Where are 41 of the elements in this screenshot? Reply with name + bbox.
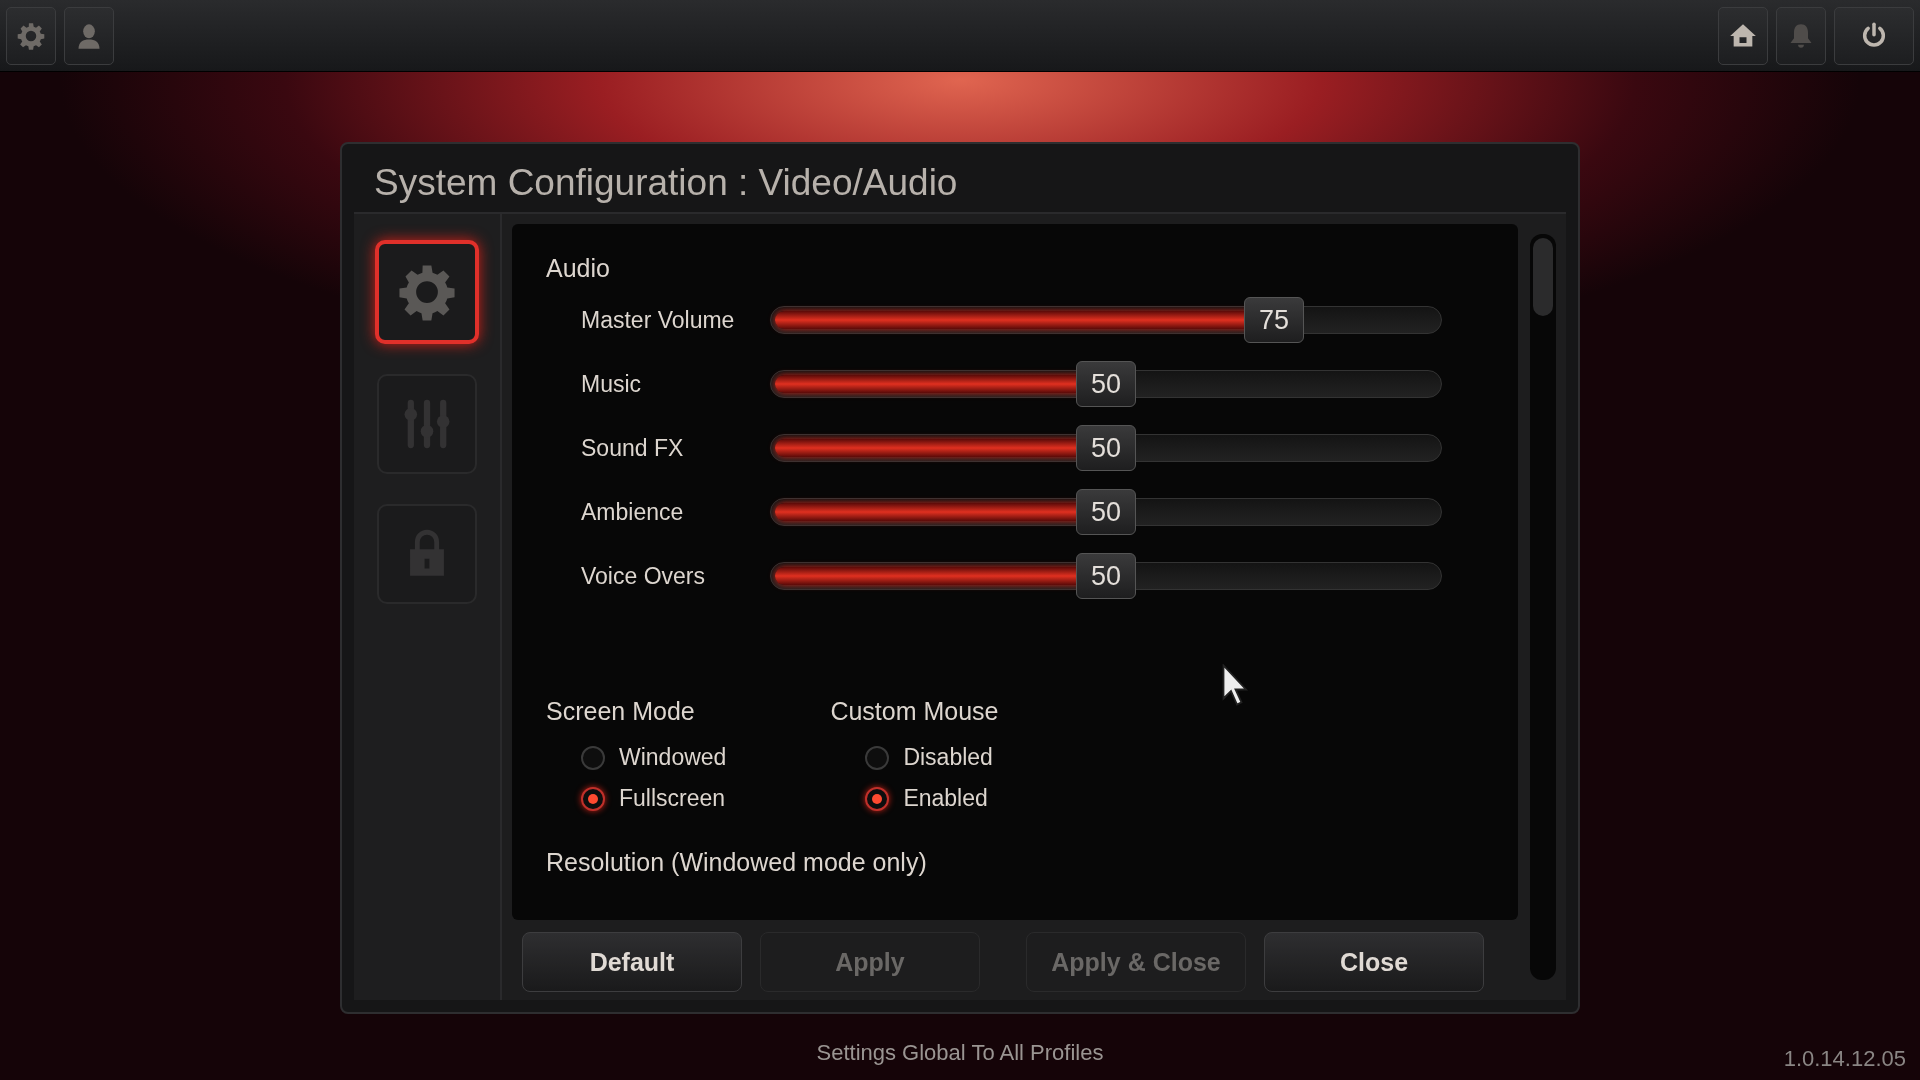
dialog-button[interactable]: Close — [1264, 932, 1484, 992]
slider-label: Sound FX — [581, 434, 685, 462]
section-heading: Resolution (Windowed mode only) — [546, 848, 928, 877]
power-button[interactable] — [1834, 6, 1914, 65]
slider-thumb[interactable]: 50 — [1076, 489, 1136, 535]
radio-button[interactable] — [581, 745, 605, 770]
radio-button[interactable] — [865, 786, 890, 811]
version-label: 1.0.14.12.05 — [1783, 1046, 1906, 1072]
slider-label: Ambience — [581, 498, 685, 526]
radio-label: Windowed — [619, 744, 727, 771]
person-button[interactable] — [64, 6, 114, 65]
home-button[interactable] — [1718, 6, 1768, 65]
radio-label: Fullscreen — [619, 785, 726, 812]
gear-icon — [398, 263, 456, 321]
volume-slider[interactable]: 50 — [740, 360, 1472, 408]
slider-label: Master Volume — [581, 306, 736, 334]
gear-icon — [17, 21, 45, 50]
slider-thumb[interactable]: 50 — [1076, 553, 1136, 599]
slider-thumb[interactable]: 75 — [1244, 297, 1304, 343]
section-heading: Screen Mode — [546, 697, 696, 726]
radio-label: Disabled — [903, 744, 993, 771]
power-icon — [1860, 21, 1888, 50]
gear-button[interactable] — [6, 6, 56, 65]
volume-slider[interactable]: 50 — [740, 552, 1472, 600]
volume-slider[interactable]: 50 — [740, 424, 1472, 472]
sidebar-tab[interactable] — [375, 240, 479, 344]
slider-thumb[interactable]: 50 — [1076, 361, 1136, 407]
section-heading: Custom Mouse — [830, 697, 999, 726]
footer-note: Settings Global To All Profiles — [816, 1040, 1104, 1065]
radio-button[interactable] — [865, 745, 890, 770]
section-heading: Audio — [546, 254, 611, 283]
slider-label: Music — [581, 370, 643, 398]
volume-slider[interactable]: 75 — [740, 296, 1472, 344]
volume-slider[interactable]: 50 — [740, 488, 1472, 536]
scrollbar[interactable] — [1530, 234, 1556, 980]
radio-label: Enabled — [903, 785, 988, 812]
slider-label: Voice Overs — [581, 562, 706, 590]
slider-thumb[interactable]: 50 — [1076, 425, 1136, 471]
radio-button[interactable] — [581, 786, 605, 811]
dialog-button[interactable]: Default — [522, 932, 742, 992]
scrollbar-thumb[interactable] — [1533, 238, 1553, 316]
